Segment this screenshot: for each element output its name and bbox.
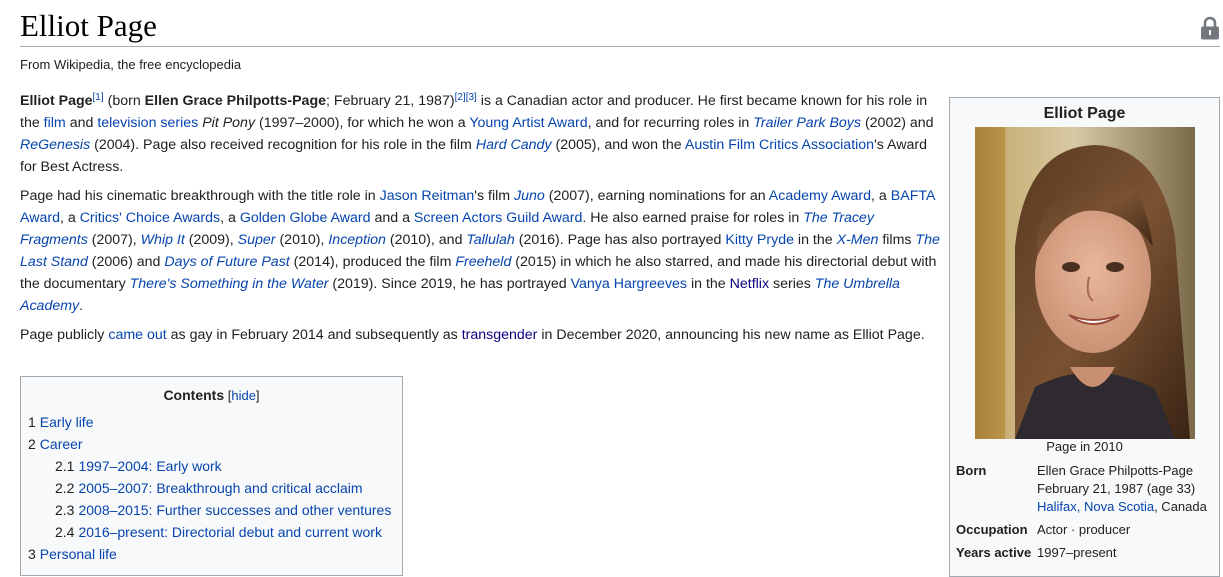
occupation-value: Actor · producer xyxy=(1037,522,1131,537)
link-tallulah[interactable]: Tallulah xyxy=(466,232,514,248)
link-hard-candy[interactable]: Hard Candy xyxy=(476,137,552,153)
link-super[interactable]: Super xyxy=(238,232,276,248)
birth-name: Ellen Grace Philpotts-Page xyxy=(144,93,327,109)
link-inception[interactable]: Inception xyxy=(328,232,386,248)
toc-item[interactable]: 3 Personal life xyxy=(21,543,402,565)
link-something-in-the-water[interactable]: There's Something in the Water xyxy=(130,276,329,292)
reference-link[interactable]: [1] xyxy=(93,92,104,103)
reference-link[interactable]: [2] xyxy=(455,92,466,103)
link-austin-film-critics[interactable]: Austin Film Critics Association xyxy=(685,137,874,153)
link-whip-it[interactable]: Whip It xyxy=(141,232,185,248)
infobox-title: Elliot Page xyxy=(1043,105,1126,122)
toc-link-directorial-debut[interactable]: 2016–present: Directorial debut and curr… xyxy=(78,524,382,540)
link-x-men[interactable]: X-Men xyxy=(837,232,879,248)
link-young-artist-award[interactable]: Young Artist Award xyxy=(469,115,587,131)
toc-item[interactable]: 2.2 2005–2007: Breakthrough and critical … xyxy=(21,477,402,499)
toc-item[interactable]: 2.4 2016–present: Directorial debut and c… xyxy=(21,521,402,543)
portrait-photo[interactable] xyxy=(975,127,1195,439)
born-label: Born xyxy=(956,463,987,478)
link-vanya-hargreeves[interactable]: Vanya Hargreeves xyxy=(571,276,687,292)
tagline: From Wikipedia, the free encyclopedia xyxy=(20,57,242,72)
infobox: Elliot Page Page in 2010 Born Ellen Grac… xyxy=(949,97,1220,577)
link-jason-reitman[interactable]: Jason Reitman xyxy=(380,188,475,204)
link-halifax[interactable]: Halifax xyxy=(1037,499,1077,514)
link-freeheld[interactable]: Freeheld xyxy=(455,254,511,270)
link-film[interactable]: film xyxy=(44,115,66,131)
toc-link-career[interactable]: Career xyxy=(40,436,83,452)
years-active-value: 1997–present xyxy=(1037,545,1117,560)
link-netflix[interactable]: Netflix xyxy=(730,276,769,292)
link-transgender[interactable]: transgender xyxy=(462,327,538,343)
photo-caption: Page in 2010 xyxy=(1046,439,1123,454)
link-days-of-future-past[interactable]: Days of Future Past xyxy=(164,254,289,270)
portrait-image xyxy=(975,127,1195,439)
link-critics-choice[interactable]: Critics' Choice Awards xyxy=(80,210,220,226)
years-active-label: Years active xyxy=(956,545,1032,560)
toc-item[interactable]: 1 Early life xyxy=(21,411,402,433)
toc-link-personal-life[interactable]: Personal life xyxy=(40,546,117,562)
toc-list: 1 Early life 2 Career 2.1 1997–2004: Early … xyxy=(21,411,402,565)
page-title: Elliot Page xyxy=(20,8,157,43)
link-regenesis[interactable]: ReGenesis xyxy=(20,137,90,153)
born-value: Ellen Grace Philpotts-Page February 21, … xyxy=(1037,463,1207,514)
link-television-series[interactable]: television series xyxy=(97,115,198,131)
lead-paragraph-1: Elliot Page[1] (born Ellen Grace Philpot… xyxy=(20,92,934,176)
link-nova-scotia[interactable]: Nova Scotia xyxy=(1084,499,1154,514)
link-academy-award[interactable]: Academy Award xyxy=(769,188,871,204)
lead-paragraph-2: Page had his cinematic breakthrough with… xyxy=(20,188,940,314)
infobox-row-occupation: Occupation Actor · producer xyxy=(956,521,1218,539)
reference-link[interactable]: [3] xyxy=(466,92,477,103)
subject-name: Elliot Page xyxy=(20,93,93,109)
infobox-row-years-active: Years active 1997–present xyxy=(956,544,1218,562)
toc-header: Contents [hide] xyxy=(163,387,260,403)
link-trailer-park-boys[interactable]: Trailer Park Boys xyxy=(753,115,861,131)
link-juno[interactable]: Juno xyxy=(514,188,545,204)
link-came-out[interactable]: came out xyxy=(108,327,166,343)
link-sag-award[interactable]: Screen Actors Guild Award xyxy=(414,210,583,226)
table-of-contents: Contents [hide] 1 Early life 2 Career 2.1 1… xyxy=(20,376,403,576)
toc-item[interactable]: 2.1 1997–2004: Early work xyxy=(21,455,402,477)
toc-link-breakthrough[interactable]: 2005–2007: Breakthrough and critical acc… xyxy=(78,480,362,496)
toc-item[interactable]: 2.3 2008–2015: Further successes and othe… xyxy=(21,499,402,521)
lead-section: Elliot Page[1] (born Ellen Grace Philpot… xyxy=(20,90,940,353)
toc-link-early-life[interactable]: Early life xyxy=(40,414,94,430)
toc-title: Contents xyxy=(163,387,225,403)
toc-hide-link[interactable]: hide xyxy=(231,388,256,403)
toc-link-early-work[interactable]: 1997–2004: Early work xyxy=(78,458,221,474)
occupation-label: Occupation xyxy=(956,522,1028,537)
title-pit-pony: Pit Pony xyxy=(202,115,256,131)
toc-link-further-successes[interactable]: 2008–2015: Further successes and other v… xyxy=(78,502,391,518)
toc-item[interactable]: 2 Career xyxy=(21,433,402,455)
title-divider xyxy=(20,46,1220,47)
infobox-row-born: Born Ellen Grace Philpotts-Page February… xyxy=(956,462,1218,516)
lead-paragraph-3: Page publicly came out as gay in Februar… xyxy=(20,327,925,343)
lock-icon[interactable] xyxy=(1199,16,1221,40)
link-golden-globe[interactable]: Golden Globe Award xyxy=(240,210,371,226)
link-kitty-pryde[interactable]: Kitty Pryde xyxy=(725,232,794,248)
link-halifax-separator[interactable]: , xyxy=(1077,499,1084,514)
